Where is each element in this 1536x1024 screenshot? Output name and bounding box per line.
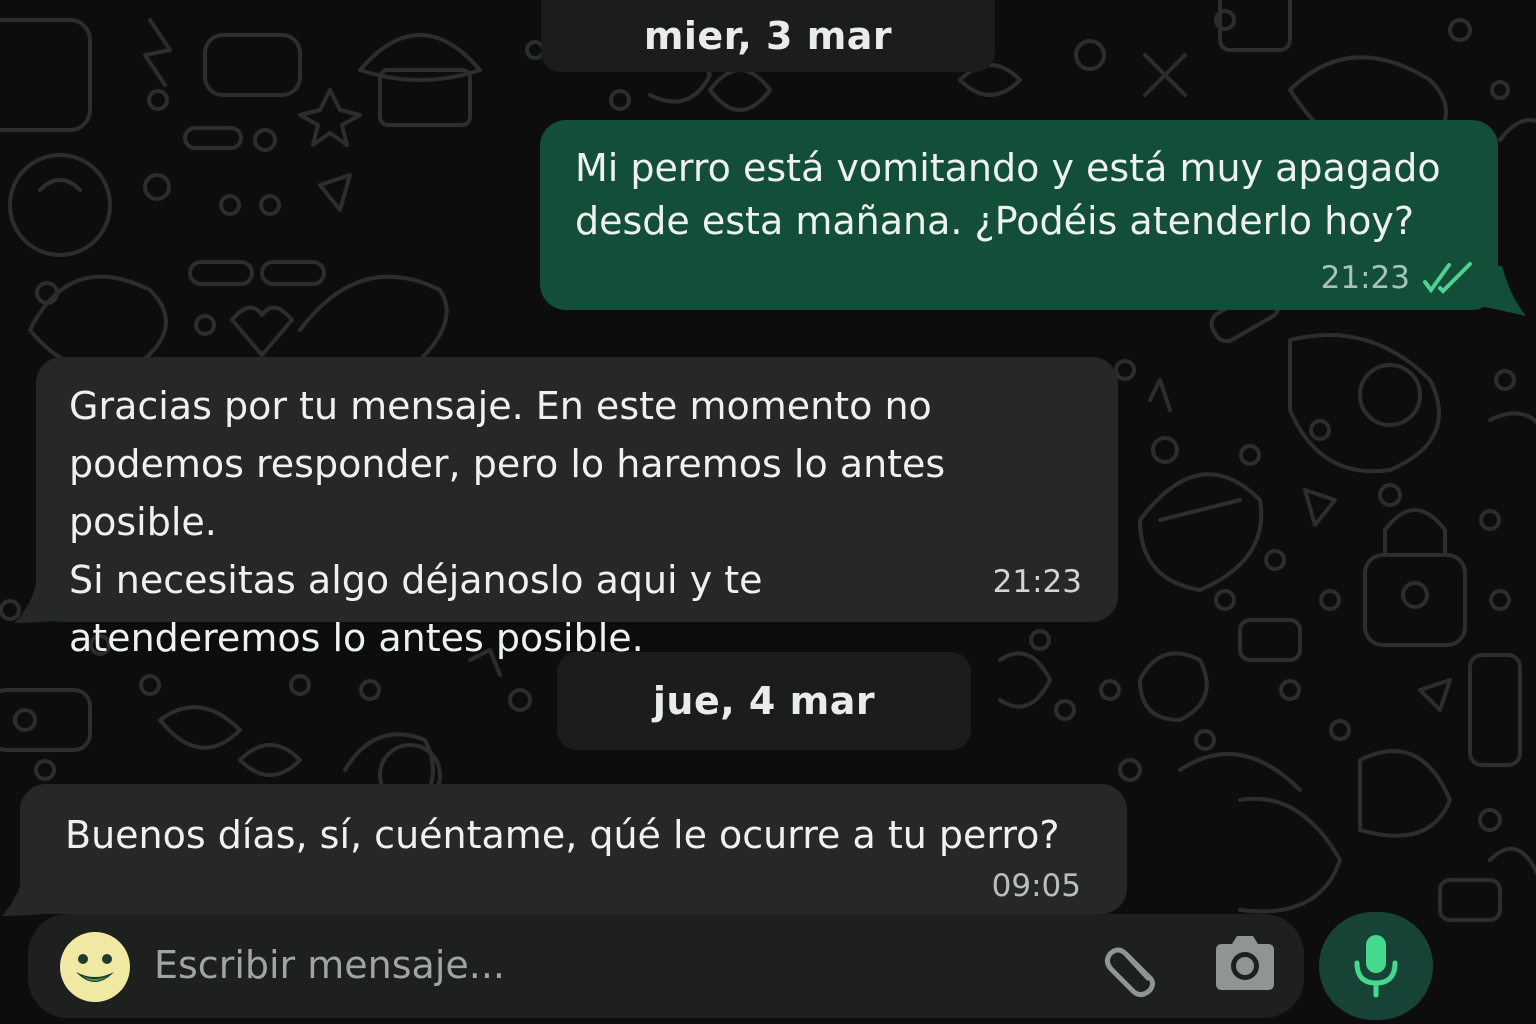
message-text: Buenos días, sí, cuéntame, qúé le ocurre… bbox=[65, 813, 1060, 857]
message-input[interactable] bbox=[154, 932, 1054, 998]
date-separator: jue, 4 mar bbox=[557, 652, 971, 750]
emoji-button[interactable] bbox=[58, 932, 132, 1002]
chat-screen: mier, 3 mar Mi perro está vomitando y es… bbox=[0, 0, 1536, 1024]
message-line: Gracias por tu mensaje. En este momento … bbox=[69, 384, 932, 428]
message-line: podemos responder, pero lo haremos lo an… bbox=[69, 442, 946, 544]
emoji-icon bbox=[60, 932, 130, 1002]
message-time: 21:23 bbox=[1320, 260, 1410, 296]
message-text: Mi perro está vomitando y está muy apaga… bbox=[575, 146, 1441, 243]
message-text: Gracias por tu mensaje. En este momento … bbox=[69, 377, 1099, 667]
message-line: Si necesitas algo déjanoslo aqui y te bbox=[69, 558, 763, 602]
message-meta: 21:23 bbox=[1321, 260, 1474, 296]
incoming-message[interactable]: Gracias por tu mensaje. En este momento … bbox=[36, 357, 1118, 660]
voice-message-button[interactable] bbox=[1319, 912, 1433, 1020]
bubble-tail bbox=[14, 585, 54, 623]
camera-icon bbox=[1216, 936, 1274, 990]
message-time: 09:05 bbox=[991, 868, 1081, 904]
message-time: 21:23 bbox=[992, 564, 1082, 600]
attach-button[interactable] bbox=[1098, 934, 1164, 1000]
double-check-icon bbox=[1423, 262, 1472, 294]
outgoing-message[interactable]: Mi perro está vomitando y está muy apaga… bbox=[540, 120, 1498, 310]
date-separator: mier, 3 mar bbox=[541, 0, 995, 72]
incoming-message[interactable]: Buenos días, sí, cuéntame, qúé le ocurre… bbox=[20, 784, 1127, 914]
camera-button[interactable] bbox=[1210, 932, 1280, 998]
microphone-icon bbox=[1354, 935, 1398, 998]
bubble-tail bbox=[2, 880, 42, 916]
bubble-tail bbox=[1480, 266, 1526, 316]
paperclip-icon bbox=[1104, 947, 1156, 998]
message-composer bbox=[28, 914, 1304, 1018]
